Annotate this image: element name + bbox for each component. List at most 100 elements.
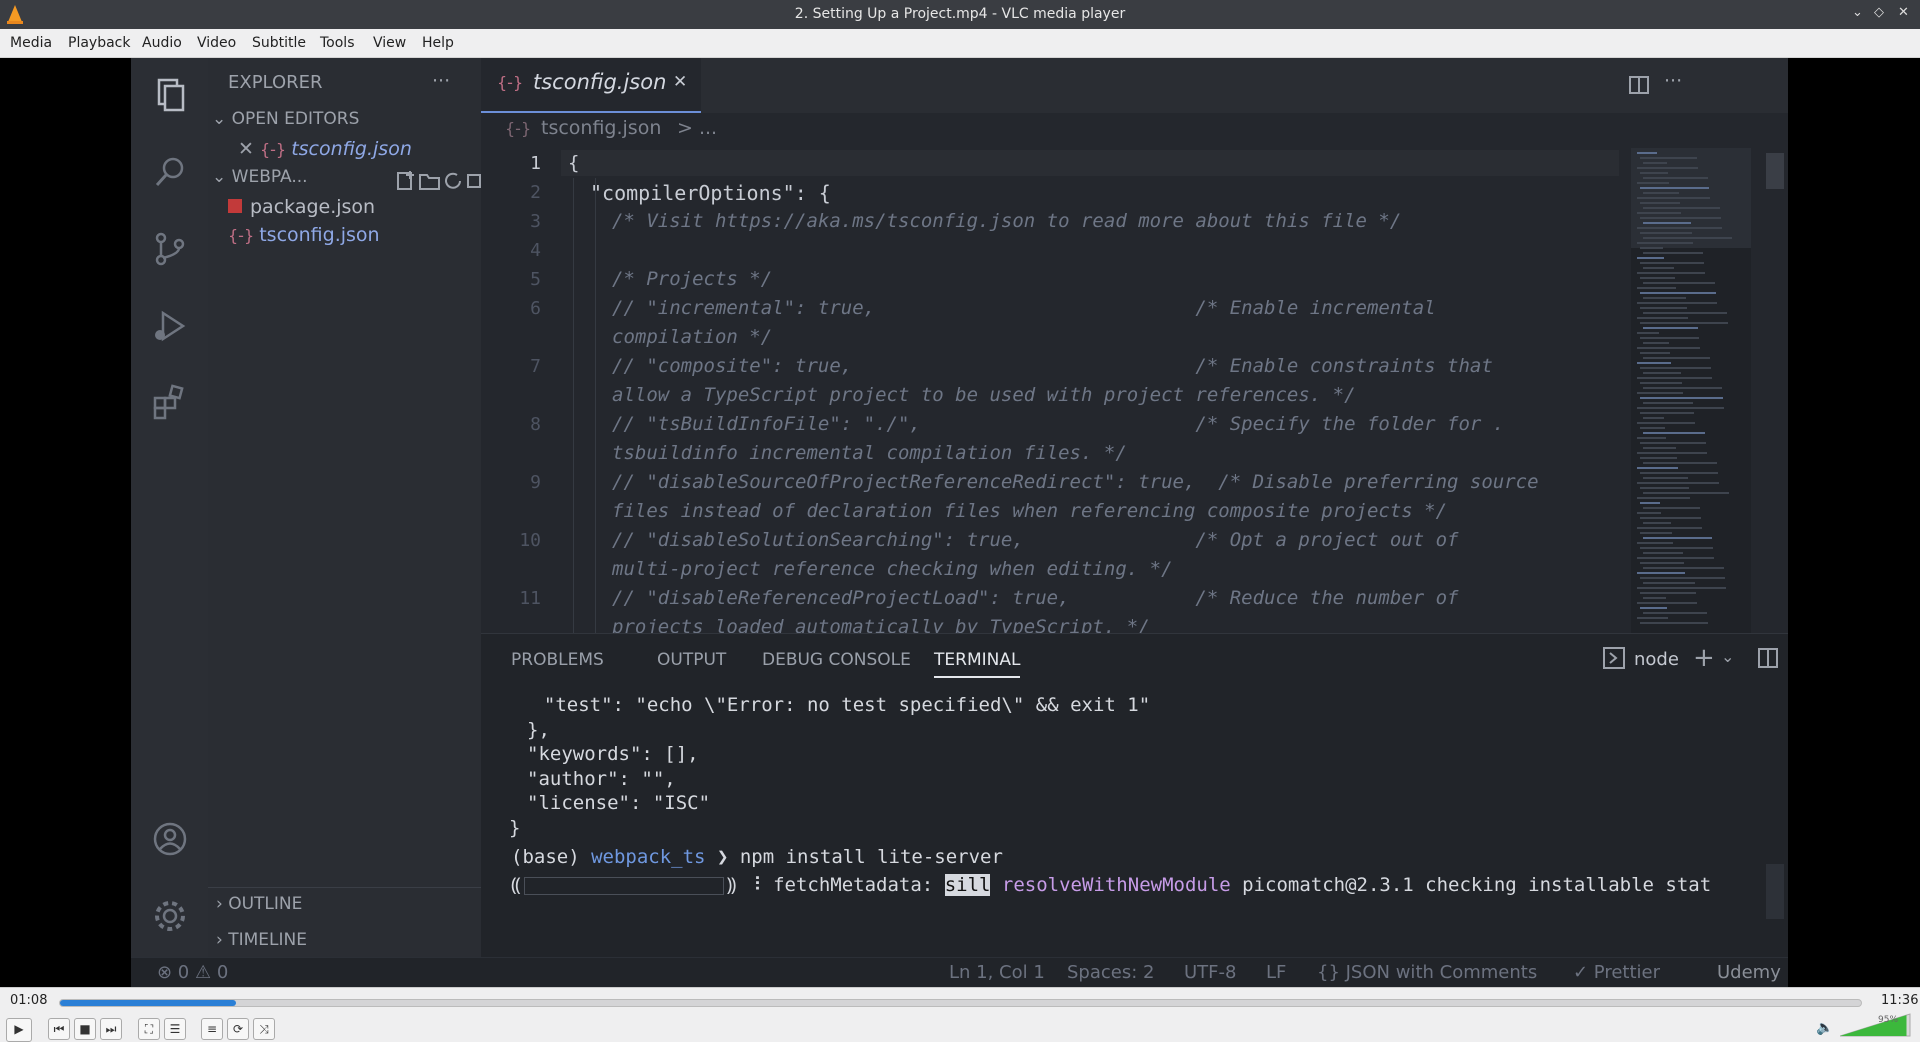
shuffle-button[interactable]: ⤨ <box>253 1018 275 1040</box>
terminal-prompt-line[interactable]: (base) webpack_ts ❯ npm install lite-ser… <box>511 846 1003 868</box>
split-terminal-icon[interactable] <box>1757 647 1779 669</box>
total-time[interactable]: 11:36 <box>1881 993 1918 1008</box>
minimap-line <box>1640 247 1663 249</box>
minimap[interactable] <box>1631 148 1751 633</box>
folder-header[interactable]: ⌄ WEBPA... <box>212 167 308 187</box>
prompt-env: (base) <box>511 846 580 868</box>
minimap-line <box>1643 582 1695 584</box>
terminal-icon <box>1603 647 1625 669</box>
seek-bar[interactable] <box>59 999 1862 1007</box>
breadcrumb-file[interactable]: tsconfig.json <box>541 117 661 139</box>
prompt-dir: webpack_ts <box>591 846 706 868</box>
close-icon[interactable]: ✕ <box>238 138 260 160</box>
open-editors-header[interactable]: ⌄ OPEN EDITORS <box>212 109 359 129</box>
menu-view[interactable]: View <box>373 35 406 51</box>
breadcrumb-more[interactable]: > ... <box>677 117 717 139</box>
elapsed-time[interactable]: 01:08 <box>10 993 47 1008</box>
minimap-line <box>1640 292 1716 294</box>
terminal-line: "license": "ISC" <box>527 792 711 814</box>
minimap-line <box>1637 587 1726 589</box>
menu-audio[interactable]: Audio <box>142 35 182 51</box>
minimap-line <box>1640 322 1728 324</box>
volume-slider[interactable]: 95% <box>1840 1012 1912 1038</box>
volume-percent: 95% <box>1878 1015 1898 1025</box>
status-eol[interactable]: LF <box>1266 962 1286 983</box>
editor-scrollbar-thumb[interactable] <box>1766 153 1784 189</box>
tab-output[interactable]: OUTPUT <box>657 650 726 670</box>
maximize-button[interactable]: ◇ <box>1874 5 1884 20</box>
code-line: multi-project reference checking when ed… <box>612 558 1173 580</box>
status-problems[interactable]: ⊗ 0 ⚠ 0 <box>157 962 228 983</box>
status-encoding[interactable]: UTF-8 <box>1184 962 1236 983</box>
new-terminal-icon[interactable]: + <box>1693 643 1715 673</box>
loop-button[interactable]: ⟳ <box>227 1018 249 1040</box>
minimap-line <box>1643 342 1669 344</box>
status-position[interactable]: Ln 1, Col 1 <box>949 962 1045 983</box>
menu-subtitle[interactable]: Subtitle <box>252 35 306 51</box>
playlist-icon: ≡ <box>206 1022 218 1036</box>
video-area[interactable]: EXPLORER ··· ⌄ OPEN EDITORS ✕ {-} tsconf… <box>0 58 1920 987</box>
close-window-button[interactable]: ✕ <box>1898 5 1909 20</box>
code-line: // "tsBuildInfoFile": "./", /* Specify t… <box>612 413 1505 435</box>
tab-problems[interactable]: PROBLEMS <box>511 650 604 670</box>
source-control-icon <box>155 232 185 266</box>
terminal-name[interactable]: node <box>1634 649 1679 670</box>
fullscreen-button[interactable]: ⛶ <box>138 1018 160 1040</box>
chevron-right-icon: › <box>216 930 229 950</box>
new-file-icon[interactable] <box>397 171 414 190</box>
playlist-button[interactable]: ≡ <box>201 1018 223 1040</box>
next-icon: ⏭ <box>105 1022 117 1036</box>
new-folder-icon[interactable] <box>419 174 440 190</box>
open-editor-item[interactable]: ✕ {-} tsconfig.json <box>238 138 412 160</box>
play-button[interactable]: ▶ <box>6 1018 32 1042</box>
file-item-tsconfig-json[interactable]: {-} tsconfig.json <box>228 224 380 246</box>
minimap-line <box>1643 402 1693 404</box>
minimap-line <box>1640 157 1697 159</box>
minimap-line <box>1637 332 1659 334</box>
tab-debug-console[interactable]: DEBUG CONSOLE <box>762 650 911 670</box>
minimap-line <box>1643 282 1715 284</box>
explorer-more-icon[interactable]: ··· <box>432 70 450 92</box>
file-item-package-json[interactable]: package.json <box>228 196 375 218</box>
menu-video[interactable]: Video <box>197 35 236 51</box>
menu-bar: Media Playback Audio Video Subtitle Tool… <box>0 29 1920 58</box>
tab-close-icon[interactable]: ✕ <box>673 72 687 92</box>
line-number: 3 <box>530 211 541 232</box>
editor-more-icon[interactable]: ··· <box>1664 70 1682 92</box>
menu-help[interactable]: Help <box>422 35 454 51</box>
minimap-line <box>1637 512 1661 514</box>
extended-settings-button[interactable]: ☰ <box>164 1018 186 1040</box>
minimap-line <box>1640 172 1668 174</box>
chevron-down-icon[interactable]: ⌄ <box>1721 647 1734 666</box>
minimap-line <box>1637 167 1698 169</box>
outline-section[interactable]: › OUTLINE <box>216 894 302 914</box>
split-editor-icon[interactable] <box>1628 74 1650 96</box>
menu-playback[interactable]: Playback <box>68 35 130 51</box>
next-button[interactable]: ⏭ <box>100 1018 122 1040</box>
minimap-line <box>1637 317 1688 319</box>
timeline-section[interactable]: › TIMELINE <box>216 930 307 950</box>
minimap-line <box>1637 242 1693 244</box>
status-language[interactable]: {} JSON with Comments <box>1317 962 1537 983</box>
volume-speaker-icon[interactable]: 🔈 <box>1816 1020 1833 1036</box>
status-prettier[interactable]: ✓ Prettier <box>1573 962 1660 983</box>
open-editor-filename: tsconfig.json <box>291 138 412 160</box>
collapse-all-icon[interactable] <box>467 174 481 188</box>
stop-button[interactable]: ■ <box>74 1018 96 1040</box>
status-spaces[interactable]: Spaces: 2 <box>1067 962 1154 983</box>
minimap-line <box>1637 542 1673 544</box>
previous-button[interactable]: ⏮ <box>48 1018 70 1040</box>
menu-media[interactable]: Media <box>10 35 52 51</box>
minimize-button[interactable]: ⌄ <box>1852 5 1863 20</box>
refresh-icon[interactable] <box>445 172 461 189</box>
tab-terminal[interactable]: TERMINAL <box>934 650 1021 678</box>
activity-bar <box>131 58 208 987</box>
tab-tsconfig[interactable]: {-} tsconfig.json ✕ <box>481 58 701 113</box>
terminal-scrollbar-thumb[interactable] <box>1766 864 1784 919</box>
minimap-line <box>1643 372 1681 374</box>
menu-tools[interactable]: Tools <box>320 35 355 51</box>
terminal-progress-line[interactable]: ⸨ ⸩ ⠸ fetchMetadata: sill resolveWithNewM… <box>511 871 1711 897</box>
udemy-watermark: Udemy <box>1717 962 1781 983</box>
minimap-line <box>1637 452 1707 454</box>
seek-progress <box>60 1000 237 1006</box>
